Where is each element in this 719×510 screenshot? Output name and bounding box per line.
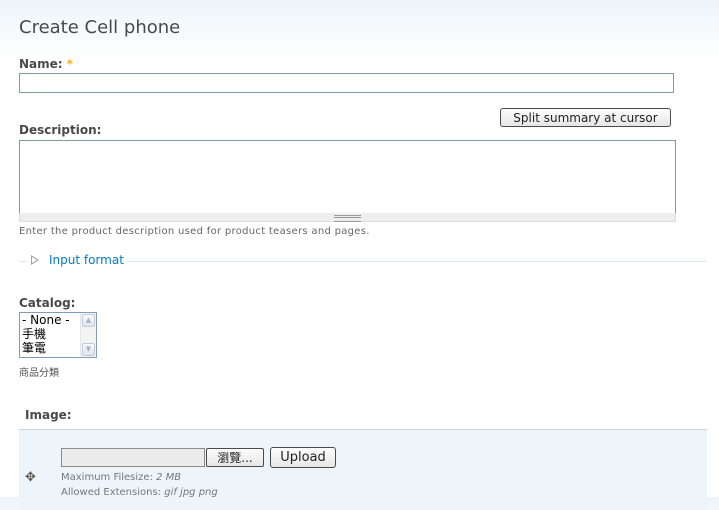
drag-handle-icon[interactable]: ✥ [25,470,36,485]
browse-button[interactable]: 瀏覽... [206,448,264,467]
input-format-toggle[interactable]: Input format [27,253,128,267]
image-label: Image: [25,408,72,422]
file-path-input[interactable] [61,448,205,467]
allowed-extensions-label: Allowed Extensions: [61,487,162,498]
required-marker: * [66,57,73,71]
input-format-link[interactable]: Input format [49,253,124,267]
grip-lines-icon [334,215,361,222]
name-label: Name: [19,57,63,71]
max-filesize-label: Maximum Filesize: [61,472,153,483]
allowed-extensions-text: Allowed Extensions: gif jpg png [61,487,218,498]
description-textarea[interactable] [19,140,676,214]
name-input[interactable] [19,73,674,93]
description-label: Description: [19,123,102,137]
page-title: Create Cell phone [19,17,181,38]
name-label-row: Name: * [19,57,73,71]
allowed-extensions-value: gif jpg png [164,487,218,498]
max-filesize-text: Maximum Filesize: 2 MB [61,472,181,483]
max-filesize-value: 2 MB [156,472,182,483]
upload-button[interactable]: Upload [270,447,336,468]
catalog-select[interactable]: - None - 手機 筆電 ▲ ▼ [19,312,97,358]
textarea-resize-grip[interactable] [19,213,676,222]
scroll-up-icon[interactable]: ▲ [82,314,95,327]
catalog-label: Catalog: [19,296,76,310]
scroll-down-icon[interactable]: ▼ [82,343,95,356]
catalog-help: 商品分類 [19,368,59,379]
split-summary-button[interactable]: Split summary at cursor [500,108,671,127]
collapsed-triangle-icon [31,255,39,265]
description-help: Enter the product description used for p… [19,226,370,237]
catalog-scrollbar[interactable]: ▲ ▼ [80,313,96,357]
